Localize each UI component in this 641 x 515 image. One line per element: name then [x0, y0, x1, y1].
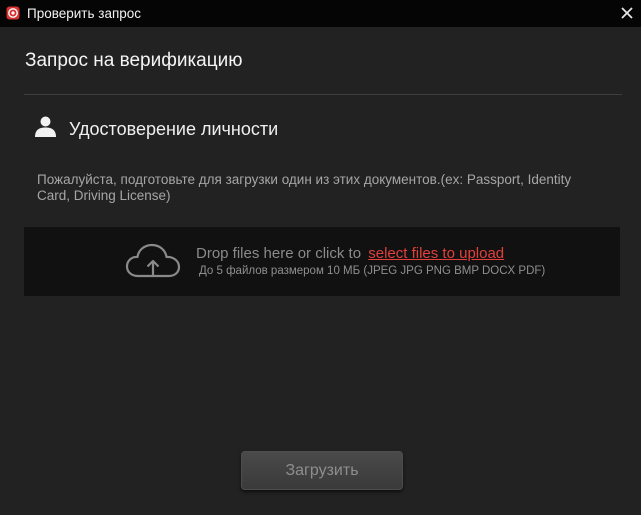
title-bar: Проверить запрос: [0, 0, 641, 27]
instructions-text: Пожалуйста, подготовьте для загрузки оди…: [37, 172, 572, 203]
cloud-upload-icon: [125, 243, 181, 278]
dialog-heading: Запрос на верификацию: [25, 50, 243, 71]
section-title: Удостоверение личности: [69, 119, 279, 139]
user-icon: [35, 116, 56, 137]
upload-limits-text: До 5 файлов размером 10 МБ (JPEG JPG PNG…: [199, 265, 546, 277]
verification-window: Проверить запрос Запрос на верификацию У…: [0, 0, 641, 515]
dropzone-prompt-text: Drop files here or click to: [196, 245, 362, 262]
close-icon[interactable]: [619, 5, 635, 21]
dropzone-prompt: Drop files here or click to select files…: [196, 245, 504, 262]
window-title: Проверить запрос: [27, 6, 142, 21]
select-files-link[interactable]: select files to upload: [368, 245, 504, 262]
file-dropzone[interactable]: Drop files here or click to select files…: [24, 227, 620, 296]
divider: [24, 94, 622, 95]
red-logo-icon: [6, 6, 20, 20]
upload-button[interactable]: Загрузить: [241, 451, 403, 490]
